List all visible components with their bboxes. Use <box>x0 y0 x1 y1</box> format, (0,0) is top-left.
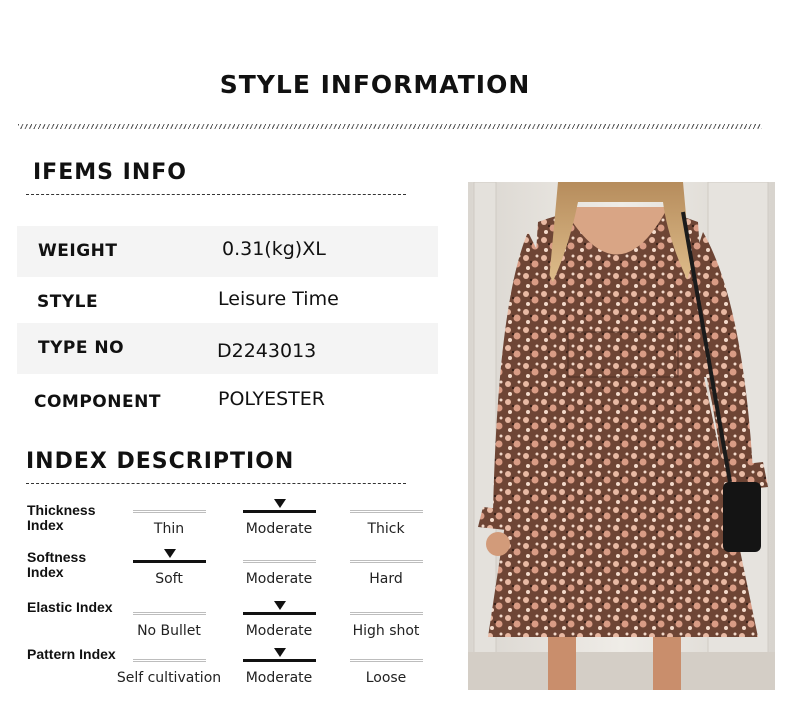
thickness-option-thin: Thin <box>114 510 224 537</box>
elastic-index-label: Elastic Index <box>27 599 113 615</box>
index-bar <box>349 510 423 513</box>
info-key: TYPE NO <box>38 338 125 358</box>
index-option-label: High shot <box>352 623 420 639</box>
thickness-index-label: Thickness Index <box>27 502 96 533</box>
info-key: STYLE <box>37 292 99 312</box>
info-value: 0.31(kg)XL <box>222 238 326 260</box>
info-row-type-no: TYPE NO D2243013 <box>17 323 438 374</box>
index-bar <box>349 560 423 563</box>
index-option-label: Moderate <box>245 670 313 686</box>
index-description-title: INDEX DESCRIPTION <box>26 449 295 474</box>
page-title: STYLE INFORMATION <box>219 70 531 99</box>
pattern-index-label: Pattern Index <box>27 646 116 662</box>
selected-arrow-icon <box>274 648 286 657</box>
product-photo <box>468 182 775 690</box>
selected-arrow-icon <box>274 499 286 508</box>
info-value: Leisure Time <box>218 288 339 310</box>
thickness-option-thick: Thick <box>331 510 441 537</box>
items-info-title: IFEMS INFO <box>33 160 187 185</box>
index-bar <box>242 560 316 563</box>
index-bar <box>349 659 423 662</box>
index-option-label: Hard <box>369 571 403 587</box>
info-key: WEIGHT <box>38 241 118 261</box>
index-bar <box>349 612 423 615</box>
index-option-label: Moderate <box>245 623 313 639</box>
index-description-divider <box>26 483 406 484</box>
index-option-label: Moderate <box>245 571 313 587</box>
index-option-label: Self cultivation <box>116 670 222 686</box>
index-bar-selected <box>242 659 316 662</box>
index-bar <box>132 510 206 513</box>
model-in-floral-dress-photo <box>468 182 775 690</box>
info-key: COMPONENT <box>34 392 161 412</box>
info-value: POLYESTER <box>218 388 325 410</box>
index-option-label: Thick <box>367 521 405 537</box>
thickness-option-moderate: Moderate <box>224 499 334 537</box>
pattern-option-loose: Loose <box>331 659 441 686</box>
info-row-component: COMPONENT POLYESTER <box>17 377 438 428</box>
index-bar-selected <box>132 560 206 563</box>
softness-option-soft: Soft <box>114 549 224 587</box>
pattern-option-moderate: Moderate <box>224 648 334 686</box>
selected-arrow-icon <box>274 601 286 610</box>
index-bar-selected <box>242 510 316 513</box>
index-option-label: No Bullet <box>137 623 201 639</box>
elastic-option-moderate: Moderate <box>224 601 334 639</box>
info-value: D2243013 <box>217 340 317 362</box>
selected-arrow-icon <box>164 549 176 558</box>
index-option-label: Soft <box>155 571 183 587</box>
pattern-option-self-cultivation: Self cultivation <box>114 659 224 686</box>
info-row-style: STYLE Leisure Time <box>17 277 438 328</box>
index-bar <box>132 612 206 615</box>
softness-index-label: Softness Index <box>27 549 87 580</box>
index-option-label: Moderate <box>245 521 313 537</box>
elastic-option-no-bullet: No Bullet <box>114 612 224 639</box>
softness-option-moderate: Moderate <box>224 560 334 587</box>
softness-option-hard: Hard <box>331 560 441 587</box>
info-row-weight: WEIGHT 0.31(kg)XL <box>17 226 438 277</box>
hatch-divider <box>18 124 762 129</box>
index-bar-selected <box>242 612 316 615</box>
elastic-option-high-shot: High shot <box>331 612 441 639</box>
index-bar <box>132 659 206 662</box>
index-option-label: Loose <box>365 670 407 686</box>
items-info-divider <box>26 194 406 195</box>
index-option-label: Thin <box>153 521 185 537</box>
